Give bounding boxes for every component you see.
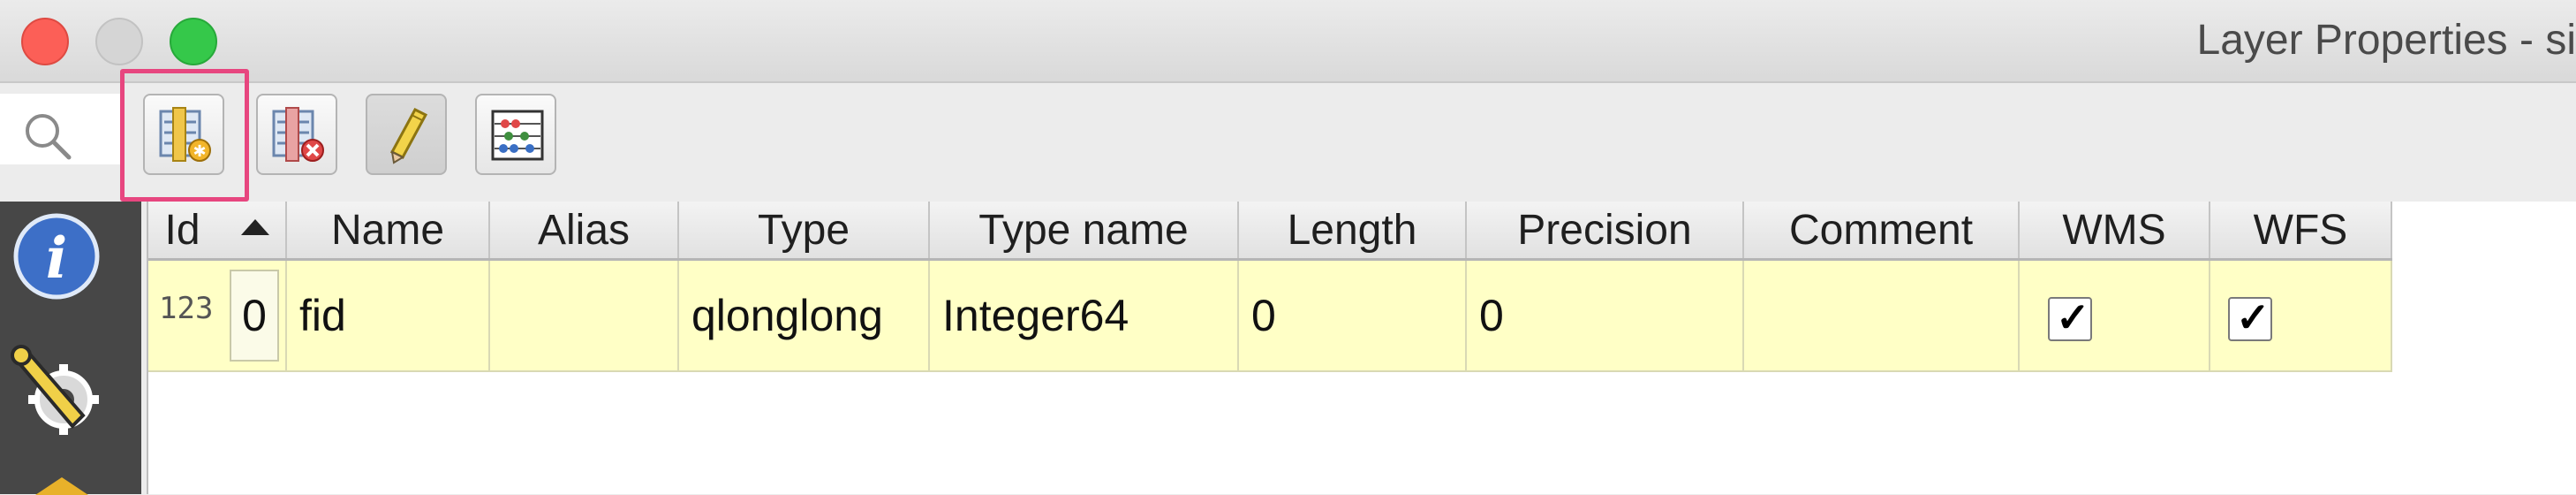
- checkmark-icon: ✓: [2056, 293, 2090, 341]
- header-row: Id Name Alias Type Type name Length Prec…: [148, 202, 2391, 260]
- id-cell[interactable]: 123 0: [148, 260, 286, 372]
- wfs-cell[interactable]: ✓: [2210, 260, 2391, 372]
- fields-toolbar: ✱: [0, 83, 2576, 200]
- wms-checkbox[interactable]: ✓: [2048, 297, 2092, 341]
- search-input[interactable]: [0, 94, 122, 164]
- length-cell[interactable]: 0: [1238, 260, 1466, 372]
- properties-sidebar: i: [0, 202, 141, 494]
- information-icon[interactable]: i: [11, 210, 102, 302]
- field-calculator-button[interactable]: [475, 94, 556, 175]
- alias-cell[interactable]: [489, 260, 678, 372]
- title-bar: Layer Properties - si: [0, 0, 2576, 83]
- wms-cell[interactable]: ✓: [2019, 260, 2210, 372]
- delete-field-button[interactable]: [256, 94, 337, 175]
- delete-field-icon: [270, 106, 327, 164]
- column-header-wms[interactable]: WMS: [2019, 202, 2210, 260]
- precision-cell[interactable]: 0: [1466, 260, 1743, 372]
- new-field-highlight-box: [120, 69, 249, 202]
- table-row[interactable]: 123 0 fid qlonglong Integer64 0 0 ✓ ✓: [148, 260, 2391, 372]
- search-icon: [21, 110, 74, 163]
- checkmark-icon: ✓: [2236, 293, 2270, 341]
- column-header-type[interactable]: Type: [678, 202, 929, 260]
- column-header-type-name[interactable]: Type name: [929, 202, 1238, 260]
- column-header-precision[interactable]: Precision: [1466, 202, 1743, 260]
- column-header-length[interactable]: Length: [1238, 202, 1466, 260]
- column-header-id[interactable]: Id: [148, 202, 286, 260]
- source-settings-icon[interactable]: [9, 345, 106, 442]
- close-window-button[interactable]: [21, 18, 69, 65]
- fields-table: Id Name Alias Type Type name Length Prec…: [148, 202, 2392, 372]
- integer-type-icon: 123: [159, 291, 213, 326]
- column-header-comment[interactable]: Comment: [1743, 202, 2019, 260]
- toggle-editing-button[interactable]: [366, 94, 447, 175]
- id-value: 0: [230, 270, 279, 362]
- window-title: Layer Properties - si: [2197, 12, 2576, 69]
- column-header-wfs[interactable]: WFS: [2210, 202, 2391, 260]
- abacus-icon: [489, 106, 546, 164]
- type-name-cell[interactable]: Integer64: [929, 260, 1238, 372]
- minimize-window-button[interactable]: [95, 18, 143, 65]
- comment-cell[interactable]: [1743, 260, 2019, 372]
- column-header-alias[interactable]: Alias: [489, 202, 678, 260]
- svg-text:i: i: [46, 225, 67, 292]
- fields-table-area: Id Name Alias Type Type name Length Prec…: [147, 202, 2576, 494]
- maximize-window-button[interactable]: [170, 18, 217, 65]
- name-cell[interactable]: fid: [286, 260, 489, 372]
- pencil-icon: [380, 106, 436, 164]
- sort-ascending-icon: [241, 219, 269, 235]
- wfs-checkbox[interactable]: ✓: [2228, 297, 2272, 341]
- column-header-name[interactable]: Name: [286, 202, 489, 260]
- type-cell[interactable]: qlonglong: [678, 260, 929, 372]
- symbology-icon[interactable]: [26, 476, 106, 495]
